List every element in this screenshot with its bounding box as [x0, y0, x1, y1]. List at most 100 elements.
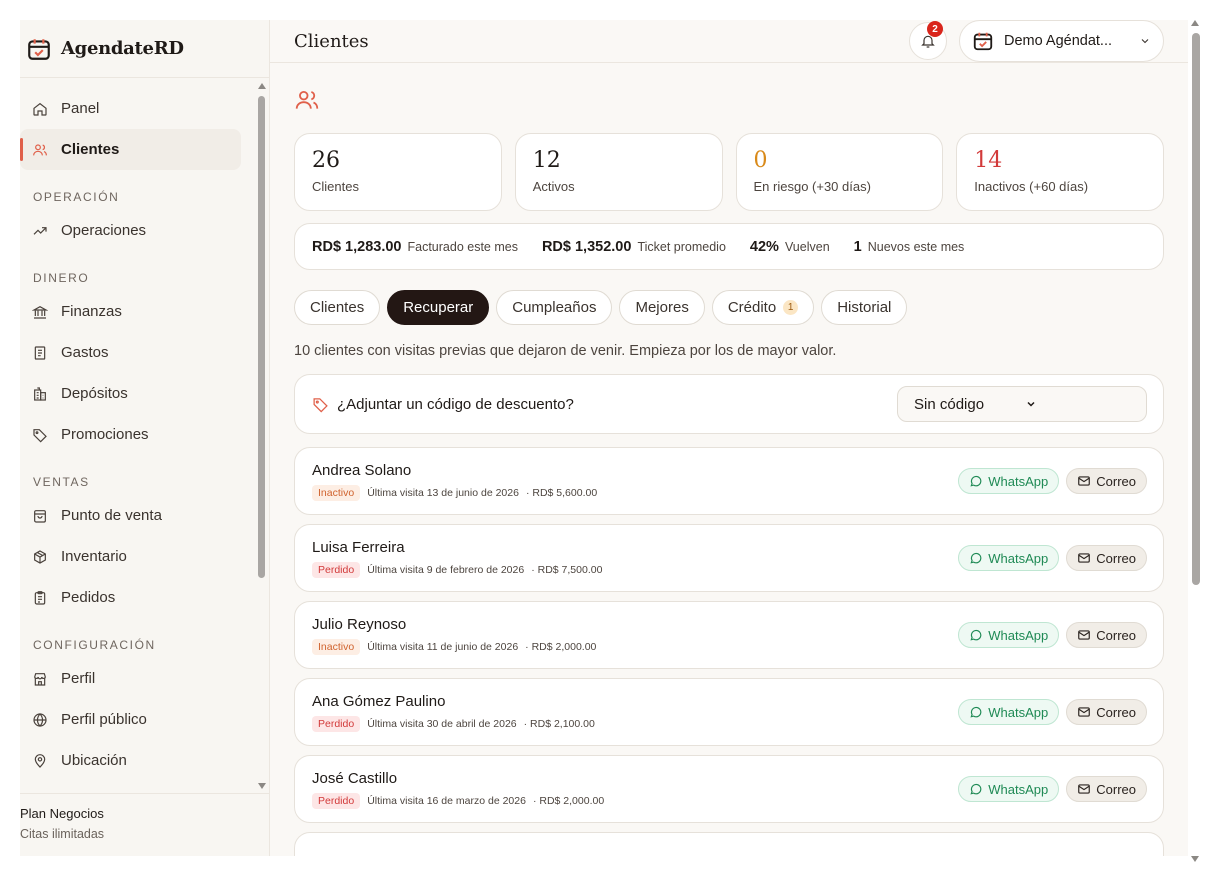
scroll-up-arrow-icon[interactable] — [1191, 20, 1199, 26]
client-amount: · RD$ 5,600.00 — [525, 486, 598, 499]
tab-clientes[interactable]: Clientes — [294, 290, 381, 325]
sidebar-item-pedidos[interactable]: Pedidos — [20, 577, 241, 618]
whatsapp-button[interactable]: WhatsApp — [958, 468, 1060, 494]
store-icon — [32, 671, 48, 687]
metric-value: 42% — [749, 238, 779, 255]
stat-value: 26 — [312, 148, 340, 173]
sidebar-item-punto-de-venta[interactable]: Punto de venta — [20, 495, 241, 536]
last-visit: Última visita 9 de febrero de 2026 — [367, 563, 525, 576]
map-pin-icon — [32, 753, 48, 769]
stat-label: Inactivos (+60 días) — [974, 179, 1089, 194]
scrollbar-thumb[interactable] — [1192, 33, 1200, 585]
metrics-bar: RD$ 1,283.00 Facturado este mes RD$ 1,352… — [294, 223, 1164, 270]
email-button[interactable]: Correo — [1066, 622, 1147, 648]
status-badge: Perdido — [312, 561, 361, 578]
clients-list: Andrea Solano Inactivo Última visita 13 … — [294, 447, 1164, 856]
tab-recuperar[interactable]: Recuperar — [387, 290, 490, 325]
sidebar-item-label: Perfil público — [61, 711, 147, 728]
sidebar-section-title: DINERO — [33, 271, 90, 285]
account-switcher[interactable]: Demo Agéndat... — [959, 20, 1164, 62]
status-badge: Perdido — [312, 792, 361, 809]
account-name: Demo Agéndat... — [1004, 33, 1113, 49]
page-title: Clientes — [294, 30, 369, 52]
chevron-down-icon — [1025, 398, 1136, 410]
whatsapp-icon — [969, 628, 983, 642]
email-button[interactable]: Correo — [1066, 545, 1147, 571]
stat-card-en-riesgo: 0 En riesgo (+30 días) — [735, 133, 944, 211]
discount-code-select[interactable]: Sin código — [897, 386, 1147, 422]
client-amount: · RD$ 2,000.00 — [525, 640, 597, 653]
sidebar-item-operaciones[interactable]: Operaciones — [20, 210, 241, 251]
sidebar-item-clientes[interactable]: Clientes — [20, 129, 241, 170]
client-name[interactable]: Ana Gómez Paulino — [312, 693, 958, 710]
sidebar-item-finanzas[interactable]: Finanzas — [20, 291, 241, 332]
sidebar-scrollbar[interactable] — [257, 78, 266, 793]
whatsapp-button[interactable]: WhatsApp — [958, 699, 1060, 725]
receipt-icon — [32, 345, 48, 361]
tab-mejores[interactable]: Mejores — [619, 290, 705, 325]
page-scrollbar[interactable] — [1190, 20, 1202, 862]
client-name[interactable]: Julio Reynoso — [312, 616, 958, 633]
chevron-down-icon — [1139, 35, 1151, 47]
calendar-check-icon — [972, 30, 994, 52]
sidebar-nav: Panel Clientes OPERACIÓN Operaciones DIN… — [20, 78, 269, 793]
whatsapp-button[interactable]: WhatsApp — [958, 545, 1060, 571]
client-name[interactable]: Luisa Ferreira — [312, 539, 958, 556]
client-row: Andrea Solano Inactivo Última visita 13 … — [294, 447, 1164, 515]
client-amount: · RD$ 7,500.00 — [531, 563, 603, 576]
sidebar-item-depositos[interactable]: Depósitos — [20, 373, 241, 414]
tab-cumpleanos[interactable]: Cumpleaños — [496, 290, 613, 325]
sidebar-item-label: Clientes — [61, 141, 120, 158]
whatsapp-button[interactable]: WhatsApp — [958, 622, 1060, 648]
metric-label: Facturado este mes — [407, 239, 518, 254]
client-row — [294, 832, 1164, 856]
scrollbar-thumb[interactable] — [258, 96, 265, 578]
email-button[interactable]: Correo — [1066, 699, 1147, 725]
stat-label: En riesgo (+30 días) — [753, 179, 871, 194]
brand[interactable]: AgendateRD — [20, 20, 269, 78]
whatsapp-label: WhatsApp — [988, 704, 1049, 720]
client-name[interactable]: José Castillo — [312, 770, 958, 787]
home-icon — [32, 101, 48, 117]
tab-credito[interactable]: Crédito 1 — [711, 290, 815, 325]
sidebar-section-title: CONFIGURACIÓN — [33, 638, 156, 652]
tab-historial[interactable]: Historial — [821, 290, 908, 325]
discount-selected-value: Sin código — [914, 395, 985, 413]
sidebar-item-label: Perfil — [61, 670, 96, 687]
client-amount: · RD$ 2,100.00 — [523, 717, 595, 730]
sidebar-item-label: Pedidos — [61, 589, 116, 606]
client-name[interactable]: Andrea Solano — [312, 462, 958, 479]
mail-icon — [1077, 551, 1091, 565]
users-icon — [294, 87, 1164, 113]
sidebar-item-label: Punto de venta — [61, 507, 162, 524]
scroll-down-arrow-icon[interactable] — [258, 783, 266, 789]
notifications-button[interactable]: 2 — [909, 21, 947, 60]
scroll-up-arrow-icon[interactable] — [258, 83, 266, 89]
whatsapp-icon — [969, 474, 983, 488]
metric-nuevos: 1 Nuevos este mes — [854, 239, 965, 255]
whatsapp-button[interactable]: WhatsApp — [958, 776, 1060, 802]
bank-icon — [32, 304, 48, 320]
status-badge: Perdido — [312, 715, 361, 732]
sidebar-item-promociones[interactable]: Promociones — [20, 414, 241, 455]
sidebar-item-perfil[interactable]: Perfil — [20, 658, 241, 699]
mail-icon — [1077, 782, 1091, 796]
sidebar-item-panel[interactable]: Panel — [20, 88, 241, 129]
globe-icon — [32, 712, 48, 728]
whatsapp-icon — [969, 705, 983, 719]
email-button[interactable]: Correo — [1066, 468, 1147, 494]
stat-label: Activos — [532, 179, 575, 194]
scroll-down-arrow-icon[interactable] — [1191, 856, 1199, 862]
plan-subtitle: Citas ilimitadas — [20, 827, 105, 841]
sidebar-item-label: Gastos — [61, 344, 109, 361]
calendar-check-icon — [26, 36, 52, 62]
sidebar-item-inventario[interactable]: Inventario — [20, 536, 241, 577]
metric-label: Nuevos este mes — [867, 239, 965, 254]
email-button[interactable]: Correo — [1066, 776, 1147, 802]
metric-ticket: RD$ 1,352.00 Ticket promedio — [542, 239, 726, 255]
sidebar-item-perfil-publico[interactable]: Perfil público — [20, 699, 241, 740]
building-icon — [32, 386, 48, 402]
client-row: Ana Gómez Paulino Perdido Última visita … — [294, 678, 1164, 746]
sidebar-item-ubicacion[interactable]: Ubicación — [20, 740, 241, 781]
sidebar-item-gastos[interactable]: Gastos — [20, 332, 241, 373]
